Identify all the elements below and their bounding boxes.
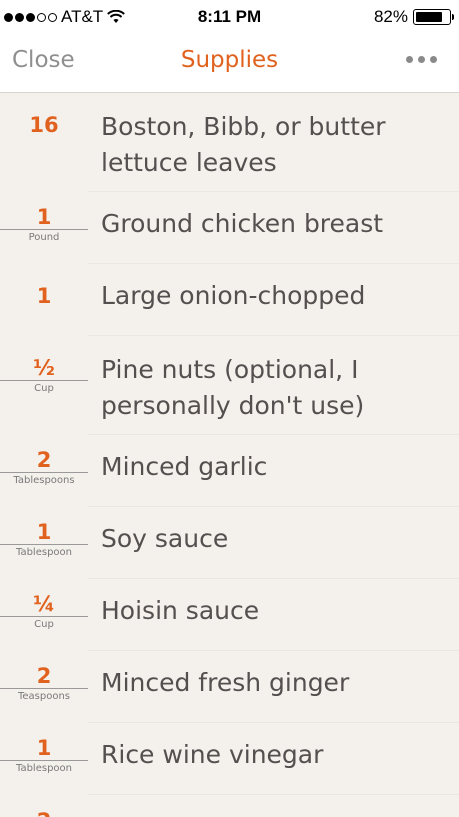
supply-row[interactable]: 1 Large onion-chopped (37, 264, 459, 336)
quantity-unit: Teaspoons (0, 688, 88, 704)
quantity-unit: Cup (0, 616, 88, 632)
page-title: Supplies (180, 47, 279, 73)
supply-name: Pine nuts (optional, I personally don't … (101, 355, 365, 420)
supply-name: Hoisin sauce (101, 596, 260, 625)
supply-row[interactable]: 1 Tablespoon Soy sauce (0, 507, 459, 579)
supply-name: Rice wine vinegar (101, 740, 324, 769)
supply-row[interactable]: 16 Boston, Bibb, or butter lettuce leave… (29, 93, 459, 192)
quantity-value: 1 (36, 520, 52, 544)
quantity-value: 1 (36, 284, 52, 308)
supply-row[interactable]: 1 Tablespoon Rice wine vinegar (0, 723, 459, 795)
supply-quantity: 1 Pound (0, 205, 88, 245)
supply-quantity: 2 Teaspoons (0, 664, 88, 704)
supply-row[interactable]: ¼ Cup Hoisin sauce (0, 579, 459, 651)
quantity-unit: Cup (0, 380, 88, 396)
quantity-value: ½ (33, 356, 55, 380)
quantity-value: 1 (36, 736, 52, 760)
supply-quantity: 1 Tablespoon (0, 520, 88, 560)
nav-bar: Close Supplies (0, 34, 459, 93)
battery-fill (416, 12, 443, 22)
quantity-value: ¼ (33, 592, 55, 616)
supply-quantity: 16 (0, 113, 88, 137)
supply-name: Boston, Bibb, or butter lettuce leaves (101, 112, 386, 177)
more-dot (430, 56, 437, 63)
supply-row[interactable]: ½ Cup Pine nuts (optional, I personally … (0, 336, 459, 435)
supplies-list: 16 Boston, Bibb, or butter lettuce leave… (0, 93, 459, 817)
supply-quantity: 2 Tablespoons (0, 448, 88, 488)
quantity-unit: Tablespoon (0, 760, 88, 776)
quantity-value: 1 (36, 205, 52, 229)
more-options-icon[interactable] (406, 56, 437, 63)
supply-name (88, 795, 115, 809)
supply-row[interactable]: 1 Pound Ground chicken breast (0, 192, 459, 264)
quantity-value: 16 (29, 113, 59, 137)
battery-icon (413, 9, 454, 25)
supply-name: Ground chicken breast (101, 209, 384, 238)
quantity-value: 2 (36, 664, 52, 688)
more-dot (406, 56, 413, 63)
supply-quantity: 2 (0, 809, 88, 817)
quantity-unit: Tablespoon (0, 544, 88, 560)
supply-name: Minced fresh ginger (101, 668, 350, 697)
status-right: 82% (373, 7, 454, 27)
supply-quantity: ½ Cup (0, 356, 88, 396)
battery-percent: 82% (373, 7, 408, 26)
quantity-unit: Pound (0, 229, 88, 245)
supply-quantity: 1 Tablespoon (0, 736, 88, 776)
supply-row[interactable]: 2 (37, 795, 459, 817)
quantity-unit: Tablespoons (0, 472, 88, 488)
supply-name: Minced garlic (101, 452, 268, 481)
quantity-value: 2 (36, 448, 52, 472)
supply-name: Soy sauce (101, 524, 229, 553)
status-bar: AT&T 8:11 PM 82% (0, 0, 459, 34)
supply-row[interactable]: 2 Tablespoons Minced garlic (0, 435, 459, 507)
supply-name: Large onion-chopped (101, 281, 366, 310)
quantity-value: 2 (0, 809, 88, 817)
supply-quantity: 1 (0, 284, 88, 308)
more-dot (418, 56, 425, 63)
supply-row[interactable]: 2 Teaspoons Minced fresh ginger (0, 651, 459, 723)
supply-quantity: ¼ Cup (0, 592, 88, 632)
